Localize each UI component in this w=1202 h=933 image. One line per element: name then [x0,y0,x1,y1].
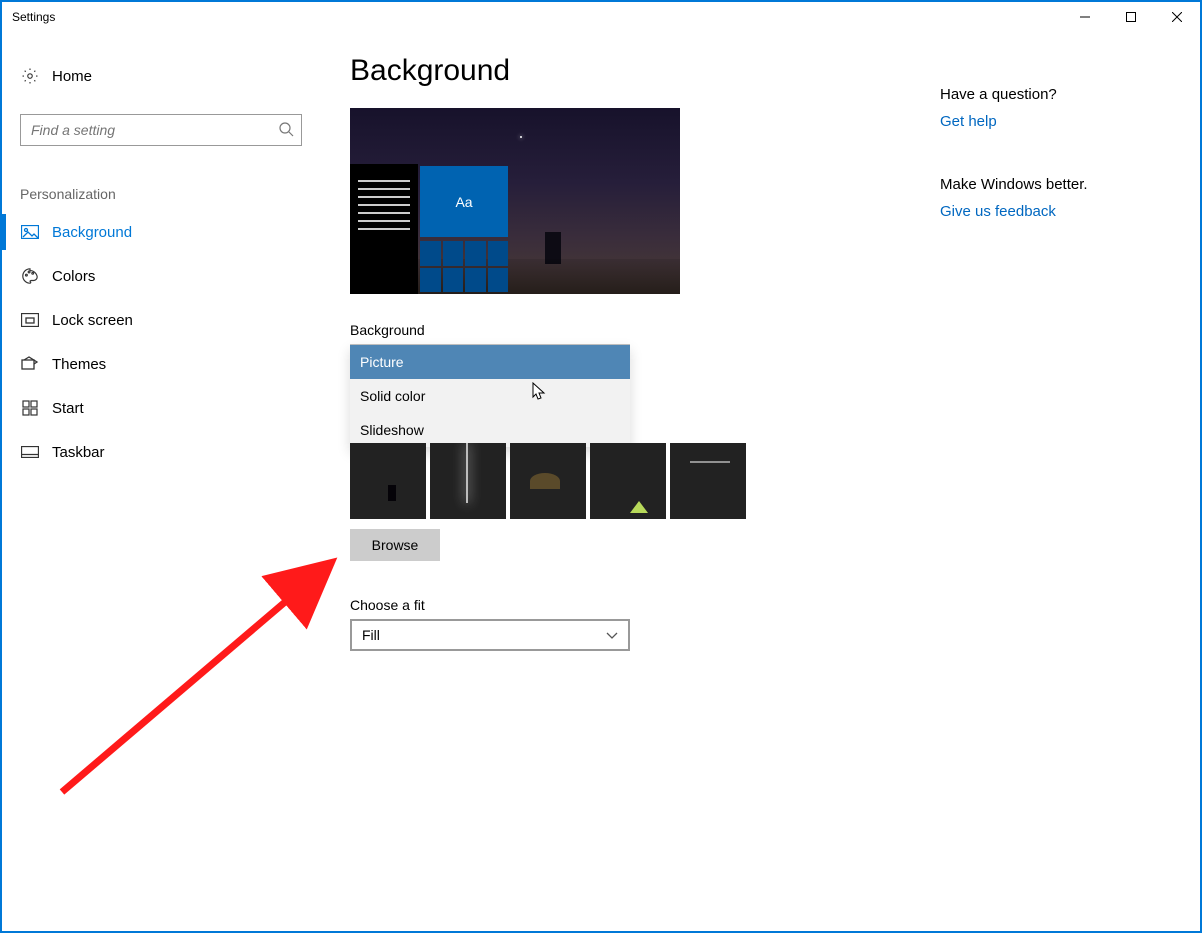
feedback-heading: Make Windows better. [940,176,1180,193]
start-icon [20,400,40,416]
wallpaper-thumb-5[interactable] [670,443,746,519]
sidebar-item-label: Taskbar [52,444,105,461]
preview-tile-text: Aa [420,166,508,237]
sidebar-item-label: Themes [52,356,106,373]
sidebar-item-lockscreen[interactable]: Lock screen [2,298,320,342]
close-button[interactable] [1154,2,1200,32]
sidebar-item-themes[interactable]: Themes [2,342,320,386]
chevron-down-icon [606,627,618,643]
search-input[interactable] [20,114,302,146]
sidebar-item-taskbar[interactable]: Taskbar [2,430,320,474]
home-label: Home [52,68,92,85]
taskbar-icon [20,446,40,458]
background-dropdown[interactable]: Picture Solid color Slideshow [350,344,630,447]
search-icon [278,121,294,137]
palette-icon [20,267,40,285]
sidebar-item-background[interactable]: Background [2,210,320,254]
sidebar-item-label: Background [52,224,132,241]
main-panel: Background Aa Background Picture [320,32,940,931]
fit-dropdown[interactable]: Fill [350,619,630,651]
minimize-button[interactable] [1062,2,1108,32]
sidebar-item-label: Lock screen [52,312,133,329]
fit-field-label: Choose a fit [350,597,910,613]
lockscreen-icon [20,313,40,327]
help-heading: Have a question? [940,86,1180,103]
home-nav[interactable]: Home [2,56,320,96]
browse-button[interactable]: Browse [350,529,440,561]
picture-thumbnails [350,443,910,519]
sidebar: Home Personalization Background [2,32,320,931]
titlebar: Settings [2,2,1200,32]
picture-icon [20,225,40,239]
bg-option-solid[interactable]: Solid color [350,379,630,413]
wallpaper-thumb-3[interactable] [510,443,586,519]
fit-selected-value: Fill [362,627,380,643]
sidebar-item-label: Start [52,400,84,417]
wallpaper-thumb-2[interactable] [430,443,506,519]
get-help-link[interactable]: Get help [940,113,1180,130]
home-icon [20,67,40,85]
window-title: Settings [12,10,55,24]
desktop-preview: Aa [350,108,680,294]
right-panel: Have a question? Get help Make Windows b… [940,32,1200,931]
sidebar-item-colors[interactable]: Colors [2,254,320,298]
page-title: Background [350,54,910,88]
wallpaper-thumb-4[interactable] [590,443,666,519]
sidebar-item-start[interactable]: Start [2,386,320,430]
search-box[interactable] [20,114,302,146]
maximize-button[interactable] [1108,2,1154,32]
bg-option-picture[interactable]: Picture [350,345,630,379]
background-field-label: Background [350,322,910,338]
themes-icon [20,355,40,373]
sidebar-item-label: Colors [52,268,95,285]
feedback-link[interactable]: Give us feedback [940,203,1180,220]
bg-option-slideshow[interactable]: Slideshow [350,413,630,447]
wallpaper-thumb-1[interactable] [350,443,426,519]
sidebar-section-title: Personalization [20,186,302,202]
